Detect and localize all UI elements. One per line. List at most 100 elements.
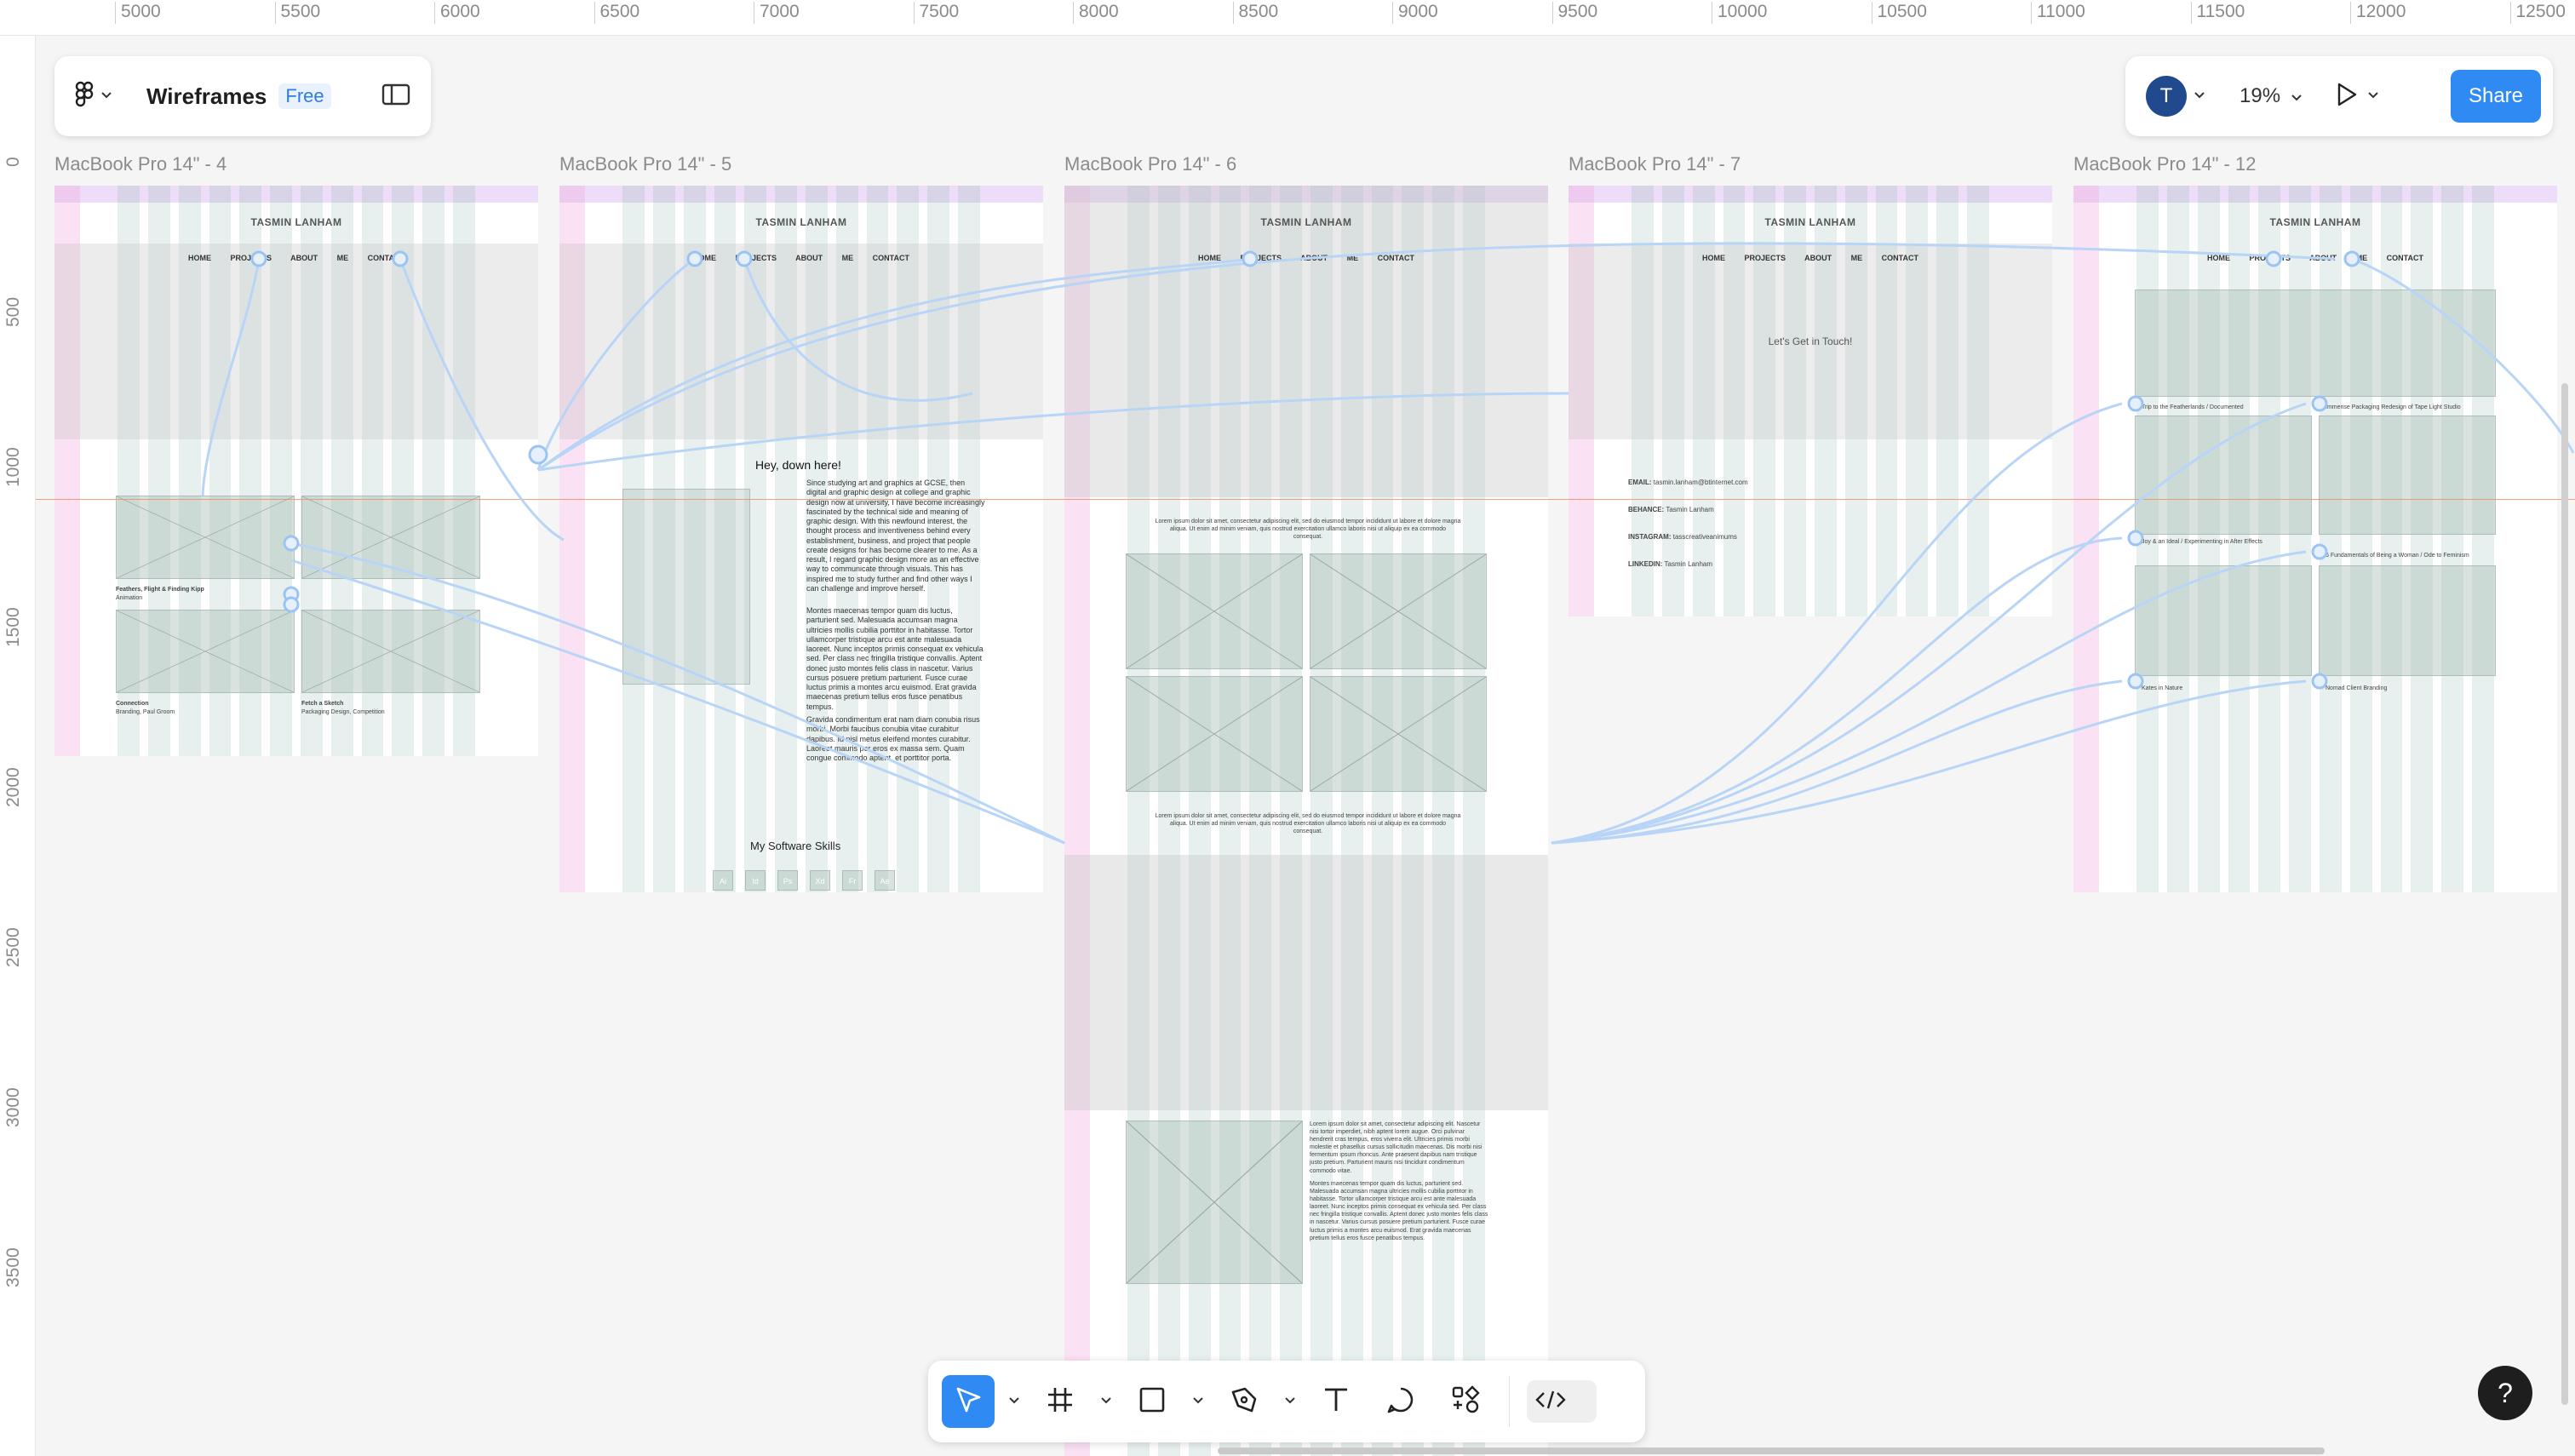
dev-mode-toggle[interactable] — [1527, 1380, 1597, 1423]
ruler-tick-x: 5500 — [274, 2, 320, 24]
frame-label[interactable]: MacBook Pro 14" - 12 — [2073, 153, 2256, 175]
rectangle-icon — [1138, 1385, 1167, 1419]
guide-line — [36, 499, 2575, 500]
hero-block — [54, 244, 538, 439]
hero-placeholder — [2135, 289, 2496, 397]
toolbar-divider — [1509, 1376, 1510, 1427]
image-placeholder — [1126, 676, 1303, 792]
contact-row: LINKEDIN: Tasmin Lanham — [1628, 560, 1713, 568]
chevron-down-icon — [100, 89, 112, 104]
image-placeholder — [2135, 416, 2312, 535]
software-icon: Fr — [842, 870, 863, 891]
image-placeholder — [1126, 1121, 1303, 1284]
frame-macbook-7[interactable]: TASMIN LANHAM HOME PROJECTS ABOUT ME CON… — [1569, 186, 2052, 616]
site-nav: HOME PROJECTS ABOUT ME CONTACT — [1701, 254, 1918, 262]
figma-logo-icon — [75, 81, 94, 112]
image-placeholder — [2135, 565, 2312, 676]
frame-macbook-5[interactable]: TASMIN LANHAM HOME PROJECTS ABOUT ME CON… — [559, 186, 1043, 892]
move-tool-dropdown[interactable] — [1006, 1394, 1022, 1409]
frame-tool-dropdown[interactable] — [1098, 1394, 1114, 1409]
design-canvas[interactable]: MacBook Pro 14" - 4 TASMIN LANHAM HOME P… — [36, 36, 2575, 1456]
bottom-toolbar — [928, 1361, 1645, 1442]
project-caption: Branding, Paul Groom — [116, 709, 175, 715]
frame-macbook-6[interactable]: TASMIN LANHAM HOME PROJECTS ABOUT ME CON… — [1064, 186, 1548, 1456]
zoom-menu[interactable]: 19% — [2228, 84, 2314, 108]
cursor-icon — [954, 1385, 983, 1419]
project-caption: Animation — [116, 595, 143, 601]
chevron-down-icon — [1100, 1394, 1112, 1409]
help-button[interactable]: ? — [2478, 1366, 2532, 1420]
about-paragraph: Since studying art and graphics at GCSE,… — [806, 479, 985, 593]
pen-tool-dropdown[interactable] — [1282, 1394, 1298, 1409]
image-placeholder — [116, 496, 295, 579]
frame-macbook-4[interactable]: TASMIN LANHAM HOME PROJECTS ABOUT ME CON… — [54, 186, 538, 756]
software-icon: Xd — [810, 870, 830, 891]
site-brand: TASMIN LANHAM — [1764, 216, 1856, 228]
ruler-tick-x: 10000 — [1712, 2, 1767, 24]
contact-row: INSTAGRAM: tasscreativeanimums — [1628, 533, 1737, 541]
project-item: Kates in Nature — [2142, 685, 2183, 691]
play-icon — [2335, 82, 2359, 112]
frame-tool-button[interactable] — [1034, 1375, 1087, 1428]
ruler-tick-x: 12000 — [2350, 2, 2406, 24]
multiplayer-menu[interactable]: T — [2146, 76, 2205, 117]
frame-label[interactable]: MacBook Pro 14" - 7 — [1569, 153, 1741, 175]
software-heading: My Software Skills — [750, 840, 841, 852]
frame-label[interactable]: MacBook Pro 14" - 5 — [559, 153, 731, 175]
software-icon: Ae — [875, 870, 895, 891]
image-placeholder — [301, 496, 480, 579]
hero-text: Let's Get in Touch! — [1768, 335, 1853, 347]
sidebar-toggle-icon[interactable] — [381, 83, 410, 111]
chevron-down-icon — [2291, 84, 2303, 108]
frame-macbook-12[interactable]: TASMIN LANHAM HOME PROJECTS ABOUT ME CON… — [2073, 186, 2557, 892]
text-tool-button[interactable] — [1310, 1375, 1362, 1428]
ruler-tick-x: 7500 — [913, 2, 959, 24]
contact-row: EMAIL: tasmin.lanham@btinternet.com — [1628, 479, 1748, 486]
text-icon — [1322, 1385, 1351, 1419]
hero-block — [559, 244, 1043, 439]
image-placeholder — [2319, 565, 2496, 676]
chevron-down-icon — [2367, 89, 2379, 104]
frame-label[interactable]: MacBook Pro 14" - 4 — [54, 153, 227, 175]
vertical-scrollbar[interactable] — [2561, 383, 2568, 1405]
software-icons: Ai Id Ps Xd Fr Ae — [713, 870, 895, 891]
ruler-tick-x: 11000 — [2031, 2, 2085, 24]
frame-label[interactable]: MacBook Pro 14" - 6 — [1064, 153, 1236, 175]
present-button[interactable] — [2335, 82, 2379, 112]
hero-block — [1064, 186, 1548, 497]
lorem-text: Lorem ipsum dolor sit amet, consectetur … — [1155, 519, 1461, 541]
code-icon — [1534, 1387, 1568, 1417]
ruler-tick-x: 8500 — [1232, 2, 1278, 24]
project-caption: Packaging Design, Competition — [301, 709, 385, 715]
actions-tool-button[interactable] — [1439, 1375, 1492, 1428]
project-caption: Feathers, Flight & Finding Kipp — [116, 587, 204, 593]
ruler-tick-x: 5000 — [115, 2, 161, 24]
zoom-level: 19% — [2240, 84, 2281, 107]
image-placeholder — [116, 610, 295, 693]
ruler-tick-x: 7000 — [754, 2, 800, 24]
project-caption: Connection — [116, 701, 149, 707]
main-menu-button[interactable] — [75, 81, 112, 112]
move-tool-button[interactable] — [942, 1375, 995, 1428]
plan-badge[interactable]: Free — [278, 83, 331, 109]
shape-tool-dropdown[interactable] — [1190, 1394, 1206, 1409]
image-placeholder — [2319, 416, 2496, 535]
project-item: Nomad Client Branding — [2326, 685, 2388, 691]
image-placeholder — [1310, 676, 1487, 792]
image-placeholder — [1126, 553, 1303, 669]
site-nav: HOME PROJECTS ABOUT ME CONTACT — [2206, 254, 2423, 262]
ruler-tick-x: 8000 — [1073, 2, 1119, 24]
shape-tool-button[interactable] — [1126, 1375, 1179, 1428]
avatar[interactable]: T — [2146, 76, 2187, 117]
comment-tool-button[interactable] — [1374, 1375, 1427, 1428]
lorem-text: Lorem ipsum dolor sit amet, consectetur … — [1155, 813, 1461, 835]
frame-icon — [1046, 1385, 1075, 1419]
share-button[interactable]: Share — [2451, 70, 2541, 123]
image-placeholder — [1310, 553, 1487, 669]
horizontal-scrollbar[interactable] — [1218, 1447, 2325, 1454]
chevron-down-icon — [1192, 1394, 1204, 1409]
ruler-tick-x: 9000 — [1392, 2, 1438, 24]
file-title[interactable]: Wireframes — [146, 83, 267, 110]
site-brand: TASMIN LANHAM — [1260, 216, 1352, 228]
pen-tool-button[interactable] — [1218, 1375, 1270, 1428]
